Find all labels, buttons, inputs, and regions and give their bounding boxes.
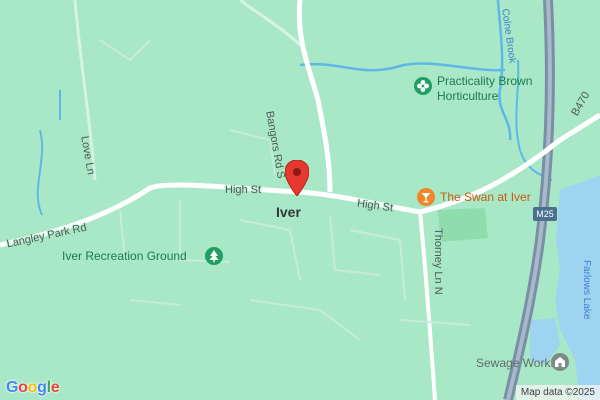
road-label-thorney-ln: Thorney Ln N	[432, 228, 444, 295]
place-label[interactable]: Iver	[276, 204, 301, 220]
poi-label-pub[interactable]: The Swan at Iver	[440, 190, 531, 204]
flower-icon[interactable]	[413, 76, 433, 96]
road-label-high-st-west: High St	[225, 184, 262, 196]
poi-label-recreation[interactable]: Iver Recreation Ground	[62, 249, 187, 263]
map-marker-icon[interactable]	[285, 160, 309, 196]
google-logo[interactable]: Google	[6, 379, 60, 397]
logo-letter: o	[18, 379, 28, 396]
stream	[299, 62, 506, 72]
water-works-icon[interactable]	[550, 352, 570, 372]
map-attribution: Map data ©2025	[515, 385, 600, 400]
map-canvas[interactable]: High St High St Bangors Rd S Langley Par…	[0, 0, 600, 400]
tree-icon[interactable]	[204, 246, 224, 266]
poi-label-horticulture[interactable]: Practicality Brown Horticulture	[437, 74, 532, 104]
water-label-lake: Farlows Lake	[581, 260, 592, 320]
logo-letter: e	[50, 379, 60, 396]
poi-label-sewage[interactable]: Sewage Works	[476, 356, 556, 370]
logo-letter: G	[6, 379, 19, 396]
logo-letter: g	[37, 379, 47, 396]
cocktail-icon[interactable]	[416, 187, 436, 207]
logo-letter: o	[27, 379, 38, 396]
stream-west	[36, 129, 44, 216]
green-field	[438, 208, 488, 242]
motorway-shield: M25	[533, 207, 557, 221]
